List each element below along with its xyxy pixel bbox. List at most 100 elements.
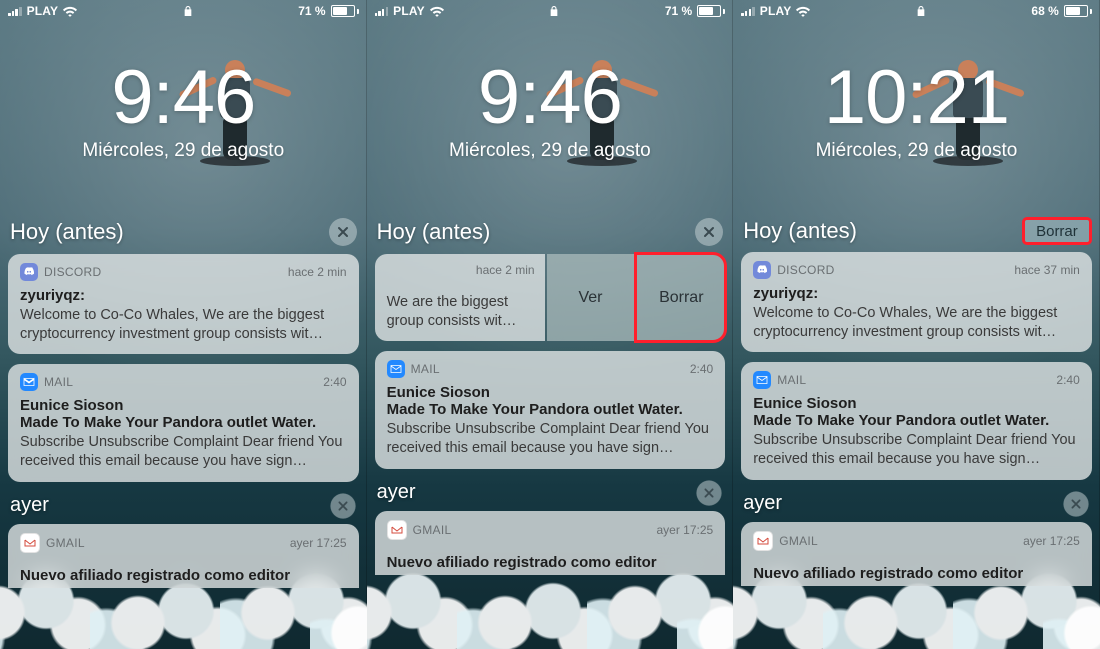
notification-center[interactable]: Hoy (antes) DISCORD hace 2 min zyuriyqz:… — [0, 218, 367, 649]
clock-time: 10:21 — [733, 60, 1100, 136]
section-title: ayer — [743, 492, 782, 515]
lock-icon — [810, 5, 1031, 17]
carrier-label: PLAY — [760, 4, 792, 18]
phone-2: PLAY 68 % 10:21 Miércoles, 29 de agosto … — [733, 0, 1100, 649]
notification-body: Subscribe Unsubscribe Complaint Dear fri… — [753, 431, 1080, 469]
notification-age: ayer 17:25 — [1023, 534, 1080, 548]
clear-all-pill[interactable]: Borrar — [1024, 219, 1090, 243]
wifi-icon — [63, 5, 77, 17]
notification-age: ayer 17:25 — [656, 523, 713, 537]
clock-time: 9:46 — [367, 60, 734, 136]
lock-icon — [77, 5, 298, 17]
carrier-label: PLAY — [27, 4, 59, 18]
battery-percentage: 71 % — [665, 4, 692, 18]
mail-icon — [753, 371, 771, 389]
status-bar: PLAY 71 % — [367, 0, 734, 22]
notification-gmail[interactable]: GMAIL ayer 17:25 Nuevo afiliado registra… — [741, 522, 1092, 586]
notification-sender: Eunice Sioson — [20, 397, 347, 414]
notification-subject: Nuevo afiliado registrado como editor — [753, 565, 1080, 582]
status-bar: PLAY 71 % — [0, 0, 367, 22]
gmail-icon — [20, 533, 40, 553]
clear-section-button[interactable] — [330, 493, 355, 518]
notification-age: hace 37 min — [1014, 263, 1079, 277]
signal-bars-icon — [741, 6, 755, 16]
battery-fill — [333, 7, 347, 15]
section-title: ayer — [377, 481, 416, 504]
clear-section-button[interactable] — [1063, 491, 1088, 516]
notification-app-name: GMAIL — [413, 523, 452, 537]
notification-app-name: MAIL — [44, 375, 73, 389]
section-header-today: Hoy (antes) Borrar — [743, 218, 1090, 244]
lock-clock: 9:46 Miércoles, 29 de agosto — [0, 60, 367, 162]
section-header-yesterday: ayer — [743, 490, 1090, 518]
section-header-today: Hoy (antes) — [377, 218, 724, 246]
notification-app-name: GMAIL — [46, 536, 85, 550]
discord-icon — [753, 261, 771, 279]
gmail-icon — [387, 520, 407, 540]
clock-date: Miércoles, 29 de agosto — [367, 140, 734, 162]
lock-icon — [444, 5, 665, 17]
clear-section-button[interactable] — [329, 218, 357, 246]
notification-subject: Nuevo afiliado registrado como editor — [387, 554, 714, 571]
status-bar: PLAY 68 % — [733, 0, 1100, 22]
notification-app-name: DISCORD — [777, 263, 834, 277]
signal-bars-icon — [8, 6, 22, 16]
clear-section-button[interactable] — [697, 480, 722, 505]
notification-body: Subscribe Unsubscribe Complaint Dear fri… — [387, 420, 714, 458]
notification-mail[interactable]: MAIL 2:40 Eunice Sioson Made To Make You… — [8, 364, 359, 481]
lock-clock: 10:21 Miércoles, 29 de agosto — [733, 60, 1100, 162]
notification-mail[interactable]: MAIL 2:40 Eunice Sioson Made To Make You… — [741, 362, 1092, 479]
clear-section-button[interactable] — [695, 218, 723, 246]
carrier-label: PLAY — [393, 4, 425, 18]
battery-percentage: 71 % — [298, 4, 325, 18]
notification-subject: Made To Make Your Pandora outlet Water. — [20, 414, 347, 431]
notification-center[interactable]: Hoy (antes) hace 2 min We are the bigges… — [367, 218, 734, 649]
notification-sender: Eunice Sioson — [387, 384, 714, 401]
section-title: ayer — [10, 494, 49, 517]
notification-body: Welcome to Co-Co Whales, We are the bigg… — [20, 306, 347, 344]
section-title: Hoy (antes) — [377, 219, 491, 245]
notification-age: hace 2 min — [476, 263, 535, 277]
notification-sender: zyuriyqz: — [753, 285, 1080, 302]
gmail-icon — [753, 531, 773, 551]
notification-discord-clipped[interactable]: hace 2 min We are the biggest group cons… — [375, 254, 545, 341]
notification-discord[interactable]: DISCORD hace 2 min zyuriyqz: Welcome to … — [8, 254, 359, 354]
battery-percentage: 68 % — [1031, 4, 1058, 18]
notification-age: 2:40 — [1056, 373, 1079, 387]
section-header-today: Hoy (antes) — [10, 218, 357, 246]
wifi-icon — [430, 5, 444, 17]
notification-center[interactable]: Hoy (antes) Borrar DISCORD hace 37 min z… — [733, 218, 1100, 649]
notification-gmail[interactable]: GMAIL ayer 17:25 Nuevo afiliado registra… — [375, 511, 726, 575]
swipe-action-clear[interactable]: Borrar — [636, 254, 725, 341]
notification-app-name: GMAIL — [779, 534, 818, 548]
wifi-icon — [796, 5, 810, 17]
notification-app-name: MAIL — [411, 362, 440, 376]
notification-subject: Nuevo afiliado registrado como editor — [20, 567, 347, 584]
section-title: Hoy (antes) — [10, 219, 124, 245]
notification-body: We are the biggest group consists wit… — [387, 293, 535, 331]
swipe-action-view[interactable]: Ver — [547, 254, 635, 341]
notification-discord-swiped[interactable]: hace 2 min We are the biggest group cons… — [375, 254, 726, 341]
triptych: PLAY 71 % 9:46 Miércoles, 29 de agosto H… — [0, 0, 1100, 649]
lock-clock: 9:46 Miércoles, 29 de agosto — [367, 60, 734, 162]
battery-icon — [697, 5, 725, 17]
notification-mail[interactable]: MAIL 2:40 Eunice Sioson Made To Make You… — [375, 351, 726, 468]
notification-app-name: MAIL — [777, 373, 806, 387]
discord-icon — [20, 263, 38, 281]
notification-subject: Made To Make Your Pandora outlet Water. — [753, 412, 1080, 429]
battery-icon — [1064, 5, 1092, 17]
notification-gmail[interactable]: GMAIL ayer 17:25 Nuevo afiliado registra… — [8, 524, 359, 588]
section-header-yesterday: ayer — [10, 492, 357, 520]
notification-discord[interactable]: DISCORD hace 37 min zyuriyqz: Welcome to… — [741, 252, 1092, 352]
notification-age: 2:40 — [323, 375, 346, 389]
clock-date: Miércoles, 29 de agosto — [0, 140, 367, 162]
notification-sender: zyuriyqz: — [20, 287, 347, 304]
notification-sender: Eunice Sioson — [753, 395, 1080, 412]
notification-app-name: DISCORD — [44, 265, 101, 279]
notification-subject: Made To Make Your Pandora outlet Water. — [387, 401, 714, 418]
section-header-yesterday: ayer — [377, 479, 724, 507]
signal-bars-icon — [375, 6, 389, 16]
section-title: Hoy (antes) — [743, 218, 857, 244]
notification-age: 2:40 — [690, 362, 713, 376]
mail-icon — [387, 360, 405, 378]
